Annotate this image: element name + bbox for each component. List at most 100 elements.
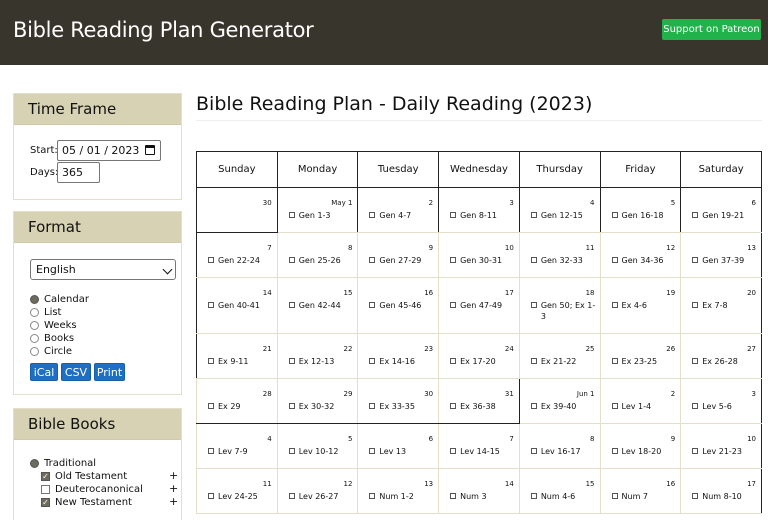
reading-checkbox[interactable] [288,493,295,499]
reading-checkbox[interactable] [369,302,376,308]
reading-item[interactable]: Ex 29 [208,401,273,412]
reading-checkbox[interactable] [208,358,214,364]
reading-item[interactable]: Gen 16-18 [611,210,677,221]
reading-item[interactable]: Gen 45-46 [369,300,434,311]
expand-plus-icon[interactable]: + [169,482,178,495]
deuterocanonical-checkbox[interactable] [41,485,50,494]
reading-item[interactable]: Num 4-6 [530,491,596,502]
book-group-deuterocanonical[interactable]: Deuterocanonical [41,483,143,496]
reading-item[interactable]: Gen 4-7 [369,210,434,221]
reading-item[interactable]: Ex 36-38 [450,401,515,412]
reading-checkbox[interactable] [450,212,457,218]
reading-item[interactable]: Lev 1-4 [611,401,677,412]
reading-item[interactable]: Num 3 [450,491,515,502]
reading-checkbox[interactable] [450,358,457,364]
print-button[interactable]: Print [94,363,125,381]
reading-checkbox[interactable] [530,493,537,499]
reading-checkbox[interactable] [288,257,295,263]
reading-item[interactable]: Ex 33-35 [369,401,434,412]
reading-checkbox[interactable] [369,448,376,454]
reading-checkbox[interactable] [288,448,295,454]
reading-item[interactable]: Ex 21-22 [530,356,596,367]
traditional-radio[interactable] [30,459,39,468]
reading-item[interactable]: Ex 12-13 [288,356,354,367]
reading-checkbox[interactable] [611,493,618,499]
reading-item[interactable]: Lev 14-15 [450,446,515,457]
reading-checkbox[interactable] [369,257,376,263]
reading-checkbox[interactable] [692,302,699,308]
reading-checkbox[interactable] [692,257,699,263]
reading-checkbox[interactable] [692,493,699,499]
reading-checkbox[interactable] [692,448,699,454]
reading-checkbox[interactable] [450,448,457,454]
reading-item[interactable]: Lev 18-20 [611,446,677,457]
reading-item[interactable]: Gen 30-31 [450,255,515,266]
reading-item[interactable]: Lev 16-17 [530,446,596,457]
reading-checkbox[interactable] [692,358,699,364]
reading-item[interactable]: Gen 34-36 [611,255,677,266]
reading-item[interactable]: Gen 25-26 [288,255,354,266]
reading-checkbox[interactable] [611,257,618,263]
reading-item[interactable]: Num 7 [611,491,677,502]
format-option-circle[interactable]: Circle [30,345,72,358]
reading-item[interactable]: Ex 17-20 [450,356,515,367]
reading-checkbox[interactable] [611,212,618,218]
reading-item[interactable]: Lev 7-9 [208,446,273,457]
reading-checkbox[interactable] [450,493,457,499]
reading-item[interactable]: Lev 24-25 [208,491,273,502]
reading-checkbox[interactable] [530,403,537,409]
reading-checkbox[interactable] [611,403,618,409]
reading-checkbox[interactable] [369,212,376,218]
reading-item[interactable]: Gen 8-11 [450,210,515,221]
ical-button[interactable]: iCal [30,363,58,381]
reading-checkbox[interactable] [288,403,295,409]
reading-item[interactable]: Gen 47-49 [450,300,515,311]
reading-checkbox[interactable] [208,257,214,263]
reading-item[interactable]: Gen 27-29 [369,255,434,266]
reading-item[interactable]: Ex 30-32 [288,401,354,412]
format-radio-calendar[interactable] [30,295,39,304]
reading-checkbox[interactable] [450,257,457,263]
reading-item[interactable]: Ex 26-28 [692,356,757,367]
reading-item[interactable]: Gen 42-44 [288,300,354,311]
reading-item[interactable]: Ex 23-25 [611,356,677,367]
reading-checkbox[interactable] [369,493,376,499]
reading-checkbox[interactable] [369,358,376,364]
reading-checkbox[interactable] [530,448,537,454]
reading-item[interactable]: Gen 22-24 [208,255,273,266]
reading-checkbox[interactable] [288,212,295,218]
reading-checkbox[interactable] [288,358,295,364]
reading-checkbox[interactable] [530,212,537,218]
reading-item[interactable]: Ex 14-16 [369,356,434,367]
reading-checkbox[interactable] [530,257,537,263]
new-testament-checkbox[interactable]: ✓ [41,498,50,507]
reading-item[interactable]: Gen 12-15 [530,210,596,221]
format-radio-list[interactable] [30,308,39,317]
reading-item[interactable]: Lev 5-6 [692,401,757,412]
language-select[interactable]: English [30,259,176,280]
reading-item[interactable]: Gen 1-3 [288,210,354,221]
book-group-old-testament[interactable]: ✓ Old Testament [41,470,127,483]
support-patreon-button[interactable]: Support on Patreon [662,19,761,40]
reading-item[interactable]: Gen 50; Ex 1-3 [530,300,596,322]
reading-checkbox[interactable] [288,302,295,308]
reading-checkbox[interactable] [208,493,214,499]
reading-item[interactable]: Lev 21-23 [692,446,757,457]
reading-item[interactable]: Num 8-10 [692,491,757,502]
reading-item[interactable]: Gen 32-33 [530,255,596,266]
reading-checkbox[interactable] [692,212,699,218]
format-radio-books[interactable] [30,334,39,343]
format-option-weeks[interactable]: Weeks [30,319,77,332]
format-radio-circle[interactable] [30,347,39,356]
days-input[interactable]: 365 [57,162,100,183]
reading-checkbox[interactable] [208,448,214,454]
reading-item[interactable]: Ex 9-11 [208,356,273,367]
format-option-books[interactable]: Books [30,332,74,345]
reading-item[interactable]: Gen 19-21 [692,210,757,221]
calendar-icon[interactable] [145,145,155,155]
reading-checkbox[interactable] [611,302,618,308]
reading-item[interactable]: Gen 40-41 [208,300,273,311]
format-radio-weeks[interactable] [30,321,39,330]
format-option-list[interactable]: List [30,306,61,319]
reading-checkbox[interactable] [530,302,537,308]
